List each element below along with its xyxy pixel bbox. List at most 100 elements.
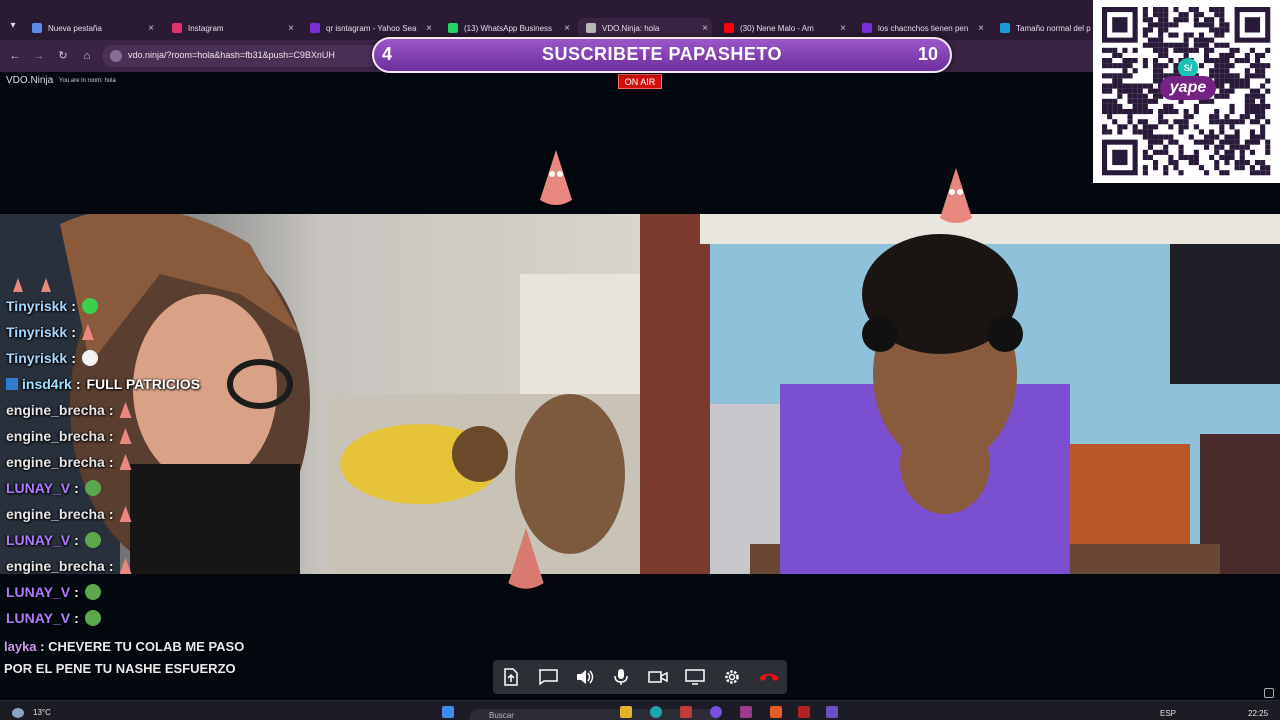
banner-left-counter: 4	[382, 44, 393, 64]
reload-icon[interactable]: ↻	[56, 49, 70, 63]
brave-icon[interactable]	[770, 706, 782, 718]
chat-message: engine_brecha:	[6, 504, 132, 524]
chat-separator: :	[71, 324, 76, 340]
patrick-sticker-1	[540, 150, 572, 205]
microphone-icon	[614, 668, 629, 686]
chat-separator: :	[74, 584, 79, 600]
room-note: You are in room: hola	[59, 78, 116, 84]
patrick-emote-icon	[81, 324, 94, 340]
discord-icon[interactable]	[710, 706, 722, 718]
screen: ▾ Nueva pestaña × Instagram × qr isntagram -…	[0, 0, 1280, 720]
app-icon-2[interactable]	[798, 706, 810, 718]
on-air-badge: ON AIR	[618, 74, 662, 89]
yape-label: yape	[1160, 76, 1216, 100]
chat-message: insd4rk: FULL PATRICIOS	[6, 374, 200, 394]
screen-share-button[interactable]	[683, 666, 707, 688]
patrick-emote-icon	[119, 506, 132, 522]
frog-emote-icon	[84, 480, 101, 496]
tab-label: Tamaño normal del p	[1016, 23, 1091, 33]
chat-separator: :	[74, 532, 79, 548]
chat-username: insd4rk	[22, 376, 72, 392]
speaker-icon	[576, 669, 594, 685]
chat-username: Tinyriskk	[6, 324, 68, 340]
screen-icon	[685, 669, 705, 685]
tab-favicon-icon	[172, 23, 182, 33]
tab-close-icon[interactable]: ×	[284, 23, 298, 34]
home-icon[interactable]: ⌂	[80, 49, 94, 63]
chat-username: engine_brecha	[6, 558, 105, 574]
forward-arrow-icon[interactable]: →	[32, 49, 46, 63]
browser-tab[interactable]: Instagram ×	[164, 18, 298, 38]
hangup-icon	[758, 671, 780, 683]
app-icon-3[interactable]	[826, 706, 838, 718]
app-icon[interactable]	[740, 706, 752, 718]
chat-username: LUNAY_V	[6, 584, 71, 600]
camera-icon	[648, 670, 668, 684]
browser-tab[interactable]: Nueva pestaña ×	[24, 18, 158, 38]
address-bar-url: vdo.ninja/?room=hola&hash=fb31&push=C9BX…	[128, 50, 335, 60]
speaker-button[interactable]	[573, 666, 597, 688]
chat-message: LUNAY_V:	[6, 608, 101, 628]
back-arrow-icon[interactable]: ←	[8, 49, 22, 63]
share-file-button[interactable]	[499, 666, 523, 688]
tab-close-icon[interactable]: ×	[698, 23, 712, 34]
patrick-emote-icon	[119, 428, 132, 444]
taskbar-search-placeholder: Buscar	[489, 711, 514, 720]
chat-message: Tinyriskk:	[6, 296, 98, 316]
tab-label: (13) WhatsApp Business	[464, 23, 553, 33]
file-explorer-icon[interactable]	[620, 706, 632, 718]
chat-separator: :	[108, 506, 114, 522]
chat-message: engine_brecha:	[6, 556, 132, 576]
chat-username: layka	[4, 639, 37, 654]
settings-button[interactable]	[720, 666, 744, 688]
chat-message: LUNAY_V:	[6, 530, 101, 550]
chat-separator: :	[74, 610, 79, 626]
chat-separator: :	[108, 454, 114, 470]
chat-separator: :	[74, 480, 79, 496]
hangup-button[interactable]	[757, 666, 781, 688]
video-feed-right	[640, 214, 1280, 574]
browser-tab[interactable]: qr isntagram - Yahoo Sea ×	[302, 18, 436, 38]
edge-icon[interactable]	[650, 706, 662, 718]
browser-tab[interactable]: (13) WhatsApp Business ×	[440, 18, 574, 38]
chat-username: engine_brecha	[6, 454, 105, 470]
browser-tab[interactable]: Tamaño normal del p	[992, 18, 1092, 38]
chat-message: Tinyriskk:	[6, 348, 98, 368]
vdo-ninja-brand: VDO.Ninja	[6, 75, 54, 86]
chat-icon	[538, 669, 558, 685]
chat-message: engine_brecha:	[6, 426, 132, 446]
tab-favicon-icon	[1000, 23, 1010, 33]
tab-label: Instagram	[188, 23, 224, 33]
chat-username: engine_brecha	[6, 428, 105, 444]
chat-message: Tinyriskk:	[6, 322, 94, 342]
notification-icon[interactable]	[1264, 688, 1274, 698]
microphone-button[interactable]	[609, 666, 633, 688]
tab-close-icon[interactable]: ×	[974, 23, 988, 34]
tab-label: los chacnchos tienen pen	[878, 23, 969, 33]
camera-button[interactable]	[646, 666, 670, 688]
site-info-icon[interactable]	[110, 50, 122, 62]
tab-label: (30) Nene Malo - Am	[740, 23, 814, 33]
weather-icon[interactable]	[12, 708, 24, 718]
tab-favicon-icon	[310, 23, 320, 33]
tab-label: VDO.Ninja: hola	[602, 23, 660, 33]
tab-menu-icon[interactable]: ▾	[6, 20, 20, 32]
tab-close-icon[interactable]: ×	[560, 23, 574, 34]
windows-start-icon[interactable]	[442, 706, 454, 718]
tab-close-icon[interactable]: ×	[422, 23, 436, 34]
tab-label: qr isntagram - Yahoo Sea	[326, 23, 417, 33]
tab-close-icon[interactable]: ×	[836, 23, 850, 34]
store-icon[interactable]	[680, 706, 692, 718]
chat-button[interactable]	[536, 666, 560, 688]
patrick-emote-icon	[119, 454, 132, 470]
chat-username: Tinyriskk	[6, 298, 68, 314]
browser-tab[interactable]: (30) Nene Malo - Am ×	[716, 18, 850, 38]
browser-tab[interactable]: VDO.Ninja: hola ×	[578, 18, 712, 38]
taskbar-temperature: 13°C	[33, 708, 51, 717]
tab-close-icon[interactable]: ×	[144, 23, 158, 34]
taskbar-clock[interactable]: 22:25	[1248, 709, 1268, 718]
browser-tab[interactable]: los chacnchos tienen pen ×	[854, 18, 988, 38]
gear-icon	[723, 668, 741, 686]
taskbar-language[interactable]: ESP	[1160, 709, 1176, 718]
chat-message-last: layka : CHEVERE TU COLAB ME PASO POR EL …	[4, 636, 264, 680]
